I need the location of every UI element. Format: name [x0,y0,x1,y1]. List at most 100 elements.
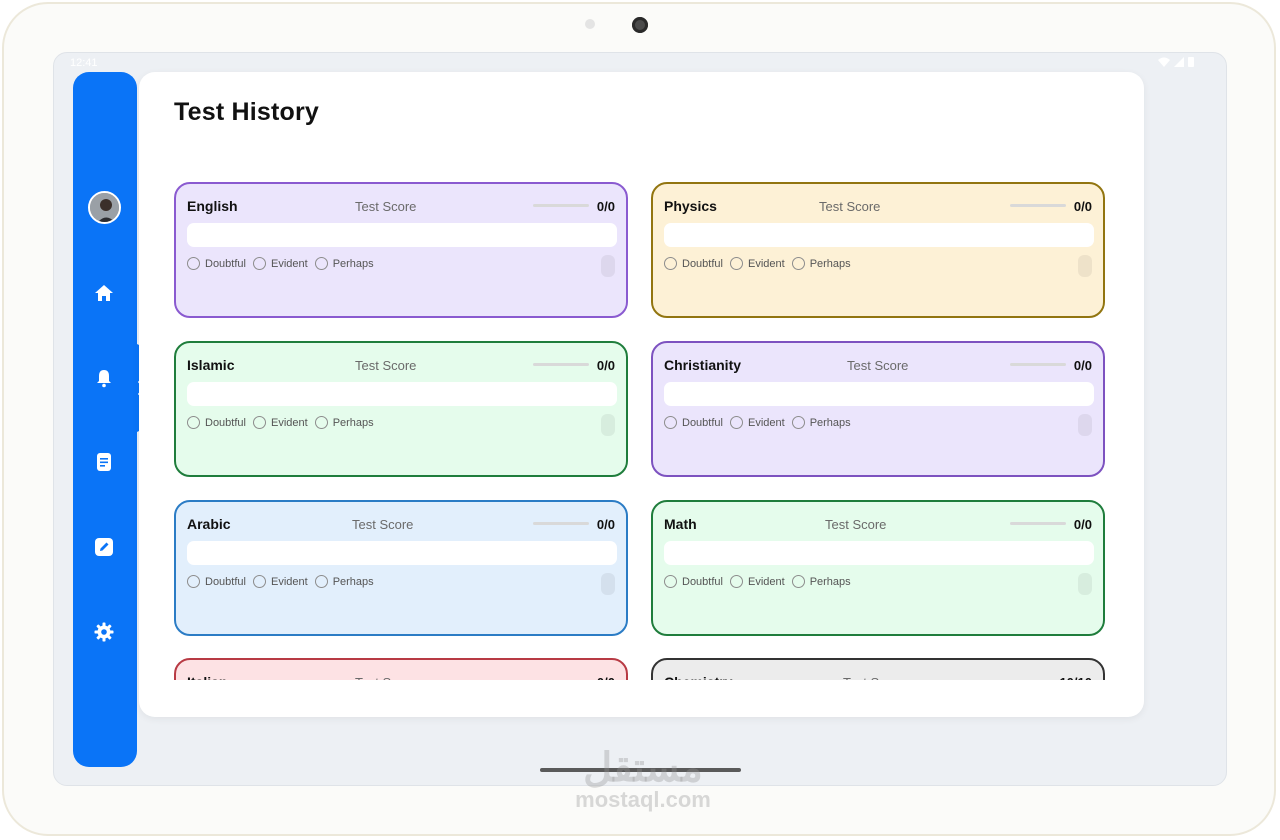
page-title: Test History [174,98,320,126]
card-options: Doubtful Evident Perhaps [664,257,858,270]
option-doubtful[interactable]: Doubtful [664,575,723,588]
card-subject: Math [664,516,697,532]
option-evident[interactable]: Evident [729,575,785,588]
option-label: Evident [747,257,785,270]
sensor-dot [585,19,595,29]
card-score-value: 0/0 [596,517,615,532]
test-card-italian[interactable]: ItalianTest Score0/0DoubtfulEvidentPerha… [174,658,628,680]
option-doubtful[interactable]: Doubtful [664,416,723,429]
radio-button[interactable] [664,575,677,588]
card-answer-field[interactable] [664,223,1094,247]
radio-button[interactable] [729,575,743,588]
score-progress-bar [533,204,589,207]
card-score-value: 0/0 [596,358,615,373]
radio-button[interactable] [791,575,805,588]
radio-button[interactable] [252,257,266,270]
radio-button[interactable] [664,257,677,270]
radio-button[interactable] [187,416,200,429]
radio-button[interactable] [729,257,743,270]
card-subject: Arabic [187,516,231,532]
card-toggle[interactable] [1078,255,1092,277]
option-perhaps[interactable]: Perhaps [791,416,851,429]
radio-button[interactable] [729,416,743,429]
card-score-label: Test Score [355,675,416,680]
card-options: Doubtful Evident Perhaps [664,575,858,588]
radio-button[interactable] [664,416,677,429]
option-label: Doubtful [205,257,246,270]
card-answer-field[interactable] [187,382,617,406]
bell-icon[interactable] [92,366,116,390]
card-subject: Physics [664,198,717,214]
status-icons [1158,56,1194,67]
option-label: Perhaps [809,575,851,588]
card-toggle[interactable] [601,255,615,277]
card-score-label: Test Score [352,517,414,532]
option-label: Evident [270,575,308,588]
option-label: Doubtful [682,257,723,270]
watermark: مستقل mostaql.com [563,748,723,812]
card-options: Doubtful Evident Perhaps [187,575,381,588]
test-card-christianity[interactable]: Christianity Test Score 0/0 Doubtful Evident… [651,341,1105,477]
option-doubtful[interactable]: Doubtful [187,575,246,588]
radio-button[interactable] [314,257,328,270]
option-perhaps[interactable]: Perhaps [791,575,851,588]
option-doubtful[interactable]: Doubtful [664,257,723,270]
radio-button[interactable] [187,575,200,588]
front-camera [632,17,648,33]
option-perhaps[interactable]: Perhaps [314,257,374,270]
card-toggle[interactable] [601,573,615,595]
test-card-physics[interactable]: Physics Test Score 0/0 Doubtful Evident Perha… [651,182,1105,318]
option-perhaps[interactable]: Perhaps [314,575,374,588]
test-card-english[interactable]: English Test Score 0/0 Doubtful Evident Perha… [174,182,628,318]
option-evident[interactable]: Evident [252,257,308,270]
card-subject: Italian [187,674,227,680]
option-evident[interactable]: Evident [729,257,785,270]
radio-button[interactable] [252,575,266,588]
radio-button[interactable] [187,257,200,270]
card-score-label: Test Score [819,199,881,214]
avatar[interactable] [88,191,121,224]
card-score-label: Test Score [843,675,904,680]
test-card-arabic[interactable]: Arabic Test Score 0/0 Doubtful Evident Perhap… [174,500,628,636]
card-answer-field[interactable] [187,541,617,565]
home-icon[interactable] [92,281,116,305]
option-evident[interactable]: Evident [729,416,785,429]
option-label: Doubtful [205,575,246,588]
option-evident[interactable]: Evident [252,416,308,429]
radio-button[interactable] [252,416,266,429]
option-doubtful[interactable]: Doubtful [187,416,246,429]
option-perhaps[interactable]: Perhaps [791,257,851,270]
test-card-math[interactable]: Math Test Score 0/0 Doubtful Evident Perhaps [651,500,1105,636]
card-toggle[interactable] [1078,573,1092,595]
settings-icon[interactable] [92,620,116,644]
test-card-chemistry[interactable]: ChemistryTest Score10/10DoubtfulEvidentP… [651,658,1105,680]
document-icon[interactable] [92,450,116,474]
card-subject: Chemistry [664,674,732,680]
card-options: Doubtful Evident Perhaps [664,416,858,429]
card-toggle[interactable] [601,414,615,436]
option-label: Doubtful [682,416,723,429]
test-card-islamic[interactable]: Islamic Test Score 0/0 Doubtful Evident Perha… [174,341,628,477]
option-label: Evident [747,416,785,429]
card-score-value: 0/0 [1073,517,1092,532]
option-label: Perhaps [809,257,851,270]
card-score-value: 0/0 [1073,199,1092,214]
edit-icon[interactable] [92,535,116,559]
radio-button[interactable] [314,416,328,429]
option-label: Doubtful [205,416,246,429]
radio-button[interactable] [314,575,328,588]
option-doubtful[interactable]: Doubtful [187,257,246,270]
card-answer-field[interactable] [187,223,617,247]
card-toggle[interactable] [1078,414,1092,436]
score-progress-bar [533,363,589,366]
radio-button[interactable] [791,416,805,429]
radio-button[interactable] [791,257,805,270]
battery-icon [1188,57,1194,67]
status-time: 12:41 [70,57,98,69]
option-perhaps[interactable]: Perhaps [314,416,374,429]
card-score-value: 0/0 [597,675,615,680]
option-evident[interactable]: Evident [252,575,308,588]
card-answer-field[interactable] [664,541,1094,565]
card-answer-field[interactable] [664,382,1094,406]
option-label: Evident [270,416,308,429]
